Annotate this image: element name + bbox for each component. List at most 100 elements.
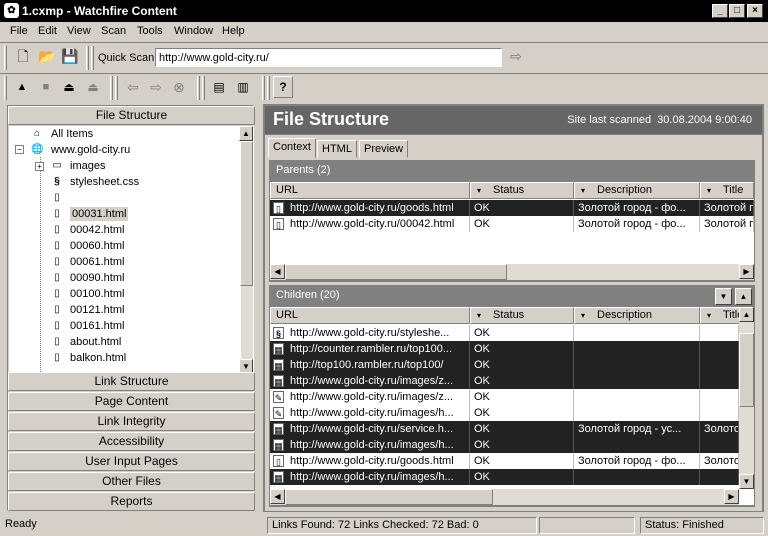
panel-reports[interactable]: Reports <box>8 492 255 511</box>
table-row[interactable]: § http://www.gold-city.ru/styleshe... OK <box>270 325 739 341</box>
col-description[interactable]: Description <box>574 307 700 324</box>
menu-tools[interactable]: Tools <box>137 25 163 37</box>
tree-item-balkon[interactable]: balkon.html <box>70 351 126 365</box>
children-vscrollbar[interactable]: ▲ ▼ <box>739 307 754 489</box>
tree-item-00100[interactable]: 00100.html <box>70 287 124 301</box>
menu-help[interactable]: Help <box>222 25 245 37</box>
page-settings-icon[interactable]: ▥ <box>232 75 254 101</box>
scroll-thumb[interactable] <box>285 489 493 505</box>
quick-scan-input[interactable] <box>155 48 502 67</box>
panel-user-input-pages[interactable]: User Input Pages <box>8 452 255 471</box>
panel-page-content[interactable]: Page Content <box>8 392 255 411</box>
table-row[interactable]: ▦ http://www.gold-city.ru/images/h... OK <box>270 437 739 453</box>
save-icon[interactable]: 💾 <box>59 44 81 70</box>
tree-item-00161[interactable]: 00161.html <box>70 319 124 333</box>
parents-grid: URL Status ▾ Description ▾ Title ▾ ▯ htt… <box>270 182 754 280</box>
tree-item-images[interactable]: images <box>70 159 105 173</box>
scan-disabled-icon[interactable]: ⏏ <box>82 75 104 101</box>
scroll-up-icon[interactable]: ▲ <box>739 307 754 322</box>
filter-icon[interactable]: ▾ <box>707 311 711 320</box>
scroll-down-icon[interactable]: ▼ <box>739 474 754 489</box>
panel-file-structure[interactable]: File Structure <box>8 106 255 125</box>
maximize-button[interactable]: □ <box>729 4 745 18</box>
new-file-icon[interactable]: 🗋 <box>12 44 34 70</box>
menu-edit[interactable]: Edit <box>38 25 57 37</box>
chevron-down-icon[interactable]: ▼ <box>715 288 732 305</box>
filter-icon[interactable]: ▾ <box>477 186 481 195</box>
go-arrow-icon[interactable]: ⇨ <box>505 44 527 70</box>
tree-item-00061[interactable]: 00061.html <box>70 255 124 269</box>
help-icon[interactable]: ? <box>273 76 293 98</box>
table-row[interactable]: ▦ http://counter.rambler.ru/top100... OK <box>270 341 739 357</box>
col-url[interactable]: URL <box>270 182 470 199</box>
tree-item-stylesheet[interactable]: stylesheet.css <box>70 175 139 189</box>
col-status[interactable]: Status <box>470 182 574 199</box>
close-button[interactable]: × <box>747 4 763 18</box>
filter-icon[interactable]: ▾ <box>707 186 711 195</box>
status-state: Status: Finished <box>640 517 764 534</box>
collapse-icon[interactable]: − <box>15 145 24 154</box>
filter-icon[interactable]: ▾ <box>581 311 585 320</box>
minimize-button[interactable]: _ <box>712 4 728 18</box>
scroll-right-icon[interactable]: ▶ <box>724 489 739 504</box>
col-title[interactable]: Title <box>700 307 740 324</box>
html-file-icon: ▯ <box>54 336 60 347</box>
menu-bar: File Edit View Scan Tools Window Help <box>0 22 768 42</box>
filter-icon[interactable]: ▾ <box>477 311 481 320</box>
tree-item-00090[interactable]: 00090.html <box>70 271 124 285</box>
start-scan-icon[interactable]: ▲ <box>11 75 33 101</box>
scroll-left-icon[interactable]: ◀ <box>270 264 285 279</box>
menu-window[interactable]: Window <box>174 25 213 37</box>
tree-item-about[interactable]: about.html <box>70 335 121 349</box>
menu-scan[interactable]: Scan <box>101 25 126 37</box>
tree-item-00060[interactable]: 00060.html <box>70 239 124 253</box>
panel-link-structure[interactable]: Link Structure <box>8 372 255 391</box>
panel-link-integrity[interactable]: Link Integrity <box>8 412 255 431</box>
table-row[interactable]: ▯ http://www.gold-city.ru/00042.html OK … <box>270 216 754 232</box>
table-row[interactable]: ✎ http://www.gold-city.ru/images/z... OK <box>270 389 739 405</box>
scroll-up-icon[interactable]: ▲ <box>239 126 253 141</box>
scroll-left-icon[interactable]: ◀ <box>270 489 285 504</box>
tree-item-00121[interactable]: 00121.html <box>70 303 124 317</box>
table-row[interactable]: ▦ http://www.gold-city.ru/images/z... OK <box>270 373 739 389</box>
tree-item-00042[interactable]: 00042.html <box>70 223 124 237</box>
parents-hscrollbar[interactable]: ◀ ▶ <box>270 264 754 280</box>
scroll-thumb[interactable] <box>240 141 253 286</box>
html-file-icon: ▯ <box>54 272 60 283</box>
children-hscrollbar[interactable]: ◀ ▶ <box>270 489 739 505</box>
tab-context[interactable]: Context <box>268 138 316 158</box>
tree-all-items[interactable]: All Items <box>51 127 93 141</box>
table-row[interactable]: ▦ http://www.gold-city.ru/service.h... O… <box>270 421 739 437</box>
cancel-icon[interactable]: ⊗ <box>168 75 190 101</box>
panel-accessibility[interactable]: Accessibility <box>8 432 255 451</box>
scan-up-icon[interactable]: ⏏ <box>58 75 80 101</box>
table-row[interactable]: ✎ http://www.gold-city.ru/images/h... OK <box>270 405 739 421</box>
folder-icon: ▭ <box>52 160 62 171</box>
open-folder-icon[interactable]: 📂 <box>36 44 58 70</box>
tree-site[interactable]: www.gold-city.ru <box>51 143 130 157</box>
table-row[interactable]: ▦ http://www.gold-city.ru/images/h... OK <box>270 469 739 485</box>
tree-item-00031[interactable]: 00031.html <box>70 207 129 221</box>
scroll-right-icon[interactable]: ▶ <box>739 264 754 279</box>
filter-icon[interactable]: ▾ <box>581 186 585 195</box>
table-row[interactable]: ▦ http://top100.rambler.ru/top100/ OK <box>270 357 739 373</box>
tab-html[interactable]: HTML <box>317 140 357 158</box>
col-description[interactable]: Description <box>574 182 700 199</box>
chevron-up-icon[interactable]: ▲ <box>735 288 752 305</box>
tree-scrollbar[interactable]: ▲ ▼ <box>239 126 253 374</box>
back-arrow-icon[interactable]: ⇦ <box>122 75 144 101</box>
menu-file[interactable]: File <box>10 25 28 37</box>
page-check-icon[interactable]: ▤ <box>208 75 230 101</box>
col-status[interactable]: Status <box>470 307 574 324</box>
forward-arrow-icon[interactable]: ⇨ <box>145 75 167 101</box>
table-row[interactable]: ▯ http://www.gold-city.ru/goods.html OK … <box>270 200 754 216</box>
col-url[interactable]: URL <box>270 307 470 324</box>
expand-icon[interactable]: + <box>35 162 44 171</box>
scroll-thumb[interactable] <box>739 333 754 407</box>
menu-view[interactable]: View <box>67 25 91 37</box>
tab-preview[interactable]: Preview <box>359 140 409 158</box>
table-row[interactable]: ▯ http://www.gold-city.ru/goods.html OK … <box>270 453 739 469</box>
stop-icon[interactable]: ■ <box>35 75 57 101</box>
panel-other-files[interactable]: Other Files <box>8 472 255 491</box>
scroll-thumb[interactable] <box>285 264 507 280</box>
